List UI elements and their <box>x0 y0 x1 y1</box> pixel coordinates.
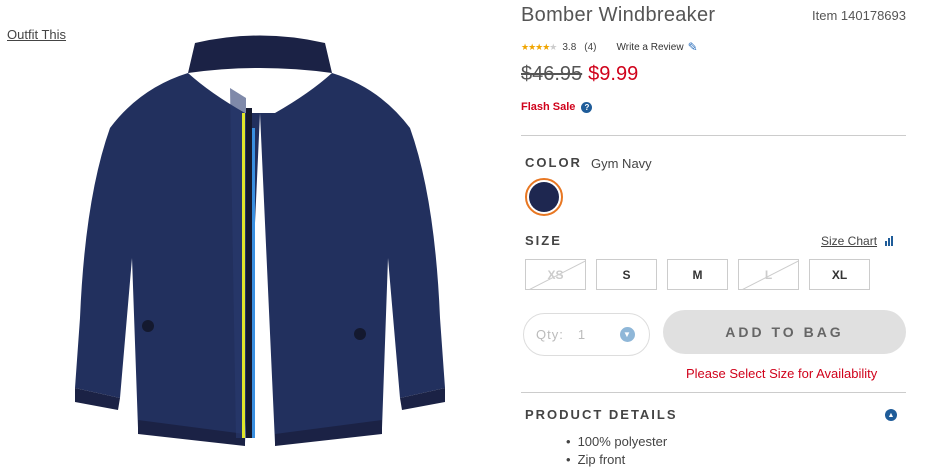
size-option-s[interactable]: S <box>596 259 657 290</box>
outfit-this-link[interactable]: Outfit This <box>7 27 66 42</box>
rating-value: 3.8 <box>562 41 577 53</box>
product-image[interactable] <box>70 18 450 458</box>
flash-sale-row: Flash Sale ? <box>521 101 593 113</box>
size-option-xl[interactable]: XL <box>809 259 870 290</box>
product-details-list: 100% polyester Zip front <box>566 433 668 469</box>
availability-message: Please Select Size for Availability <box>686 366 878 381</box>
price-row: $46.95 $9.99 <box>521 63 638 86</box>
sale-price: $9.99 <box>588 63 639 85</box>
write-review-link[interactable]: Write a Review <box>617 42 684 53</box>
size-chart-link[interactable]: Size Chart <box>821 234 894 248</box>
chevron-up-icon[interactable]: ▲ <box>885 409 897 421</box>
list-item: 100% polyester <box>566 433 668 451</box>
divider <box>521 392 906 393</box>
quantity-value: 1 <box>577 327 587 342</box>
chevron-down-icon: ▼ <box>620 327 635 342</box>
add-to-bag-button[interactable]: ADD TO BAG <box>663 310 906 354</box>
size-option-m[interactable]: M <box>667 259 728 290</box>
review-count[interactable]: (4) <box>584 42 596 53</box>
list-item: Zip front <box>566 451 667 469</box>
size-option-l[interactable]: L <box>738 259 799 290</box>
flash-sale-label: Flash Sale <box>521 101 576 113</box>
size-option-xs[interactable]: XS <box>525 259 586 290</box>
star-rating-icon: ★★★★★ <box>521 41 557 52</box>
size-chart-label: Size Chart <box>821 234 878 248</box>
size-label: SIZE <box>525 233 562 248</box>
divider <box>521 135 906 136</box>
color-swatch-gym-navy[interactable] <box>525 178 563 216</box>
pencil-icon[interactable]: ✎ <box>688 40 698 54</box>
quantity-label: Qty: <box>536 327 564 342</box>
rating-row: ★★★★★ 3.8 (4) Write a Review ✎ <box>521 40 698 54</box>
size-options: XS S M L XL <box>525 259 870 290</box>
bar-chart-icon <box>885 236 894 246</box>
color-value: Gym Navy <box>591 156 652 171</box>
quantity-select[interactable]: Qty: 1 ▼ <box>523 313 650 356</box>
product-title: Bomber Windbreaker <box>521 4 716 26</box>
item-number: Item 140178693 <box>812 8 906 23</box>
help-icon[interactable]: ? <box>581 101 593 113</box>
swatch-fill <box>529 182 559 212</box>
original-price: $46.95 <box>521 63 583 85</box>
product-details-heading[interactable]: PRODUCT DETAILS <box>525 407 678 422</box>
color-label: COLOR <box>525 155 582 170</box>
